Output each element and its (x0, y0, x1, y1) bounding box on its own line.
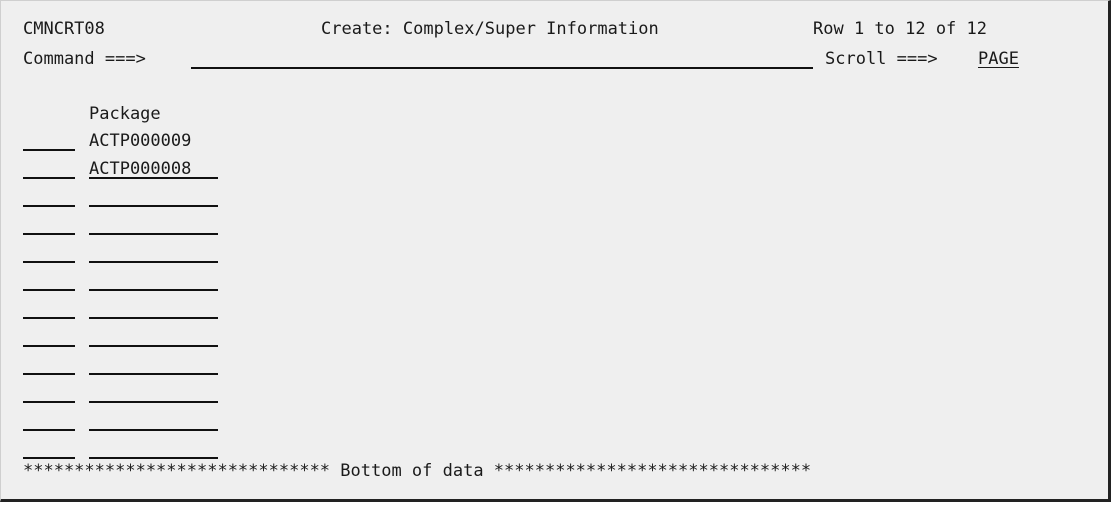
command-input[interactable] (191, 49, 813, 69)
package-field[interactable] (89, 411, 218, 431)
row-select-input[interactable] (23, 299, 75, 319)
package-field[interactable] (89, 439, 218, 459)
column-header-package: Package (89, 104, 161, 124)
scroll-label: Scroll ===> (825, 49, 938, 69)
package-field[interactable] (89, 327, 218, 347)
package-field[interactable] (89, 215, 218, 235)
row-select-input[interactable] (23, 243, 75, 263)
row-select-input[interactable] (23, 215, 75, 235)
panel-id: CMNCRT08 (23, 19, 105, 39)
package-field: ACTP000009 (89, 131, 192, 151)
row-select-input[interactable] (23, 327, 75, 347)
package-field[interactable] (89, 355, 218, 375)
row-select-input[interactable] (23, 159, 75, 179)
package-field[interactable] (89, 299, 218, 319)
bottom-of-data: ****************************** Bottom of… (23, 461, 812, 481)
row-select-input[interactable] (23, 271, 75, 291)
row-select-input[interactable] (23, 411, 75, 431)
package-field[interactable]: ACTP000008 (89, 159, 218, 179)
scroll-amount-field[interactable]: PAGE (978, 49, 1019, 69)
package-field[interactable] (89, 383, 218, 403)
terminal-screen: CMNCRT08 Create: Complex/Super Informati… (0, 0, 1111, 502)
row-info: Row 1 to 12 of 12 (813, 19, 987, 39)
row-select-input[interactable] (23, 187, 75, 207)
row-select-input[interactable] (23, 131, 75, 151)
panel-title: Create: Complex/Super Information (321, 19, 659, 39)
row-select-input[interactable] (23, 383, 75, 403)
package-field[interactable] (89, 271, 218, 291)
package-field[interactable] (89, 187, 218, 207)
package-field[interactable] (89, 243, 218, 263)
command-label: Command ===> (23, 49, 146, 69)
row-select-input[interactable] (23, 355, 75, 375)
row-select-input[interactable] (23, 439, 75, 459)
